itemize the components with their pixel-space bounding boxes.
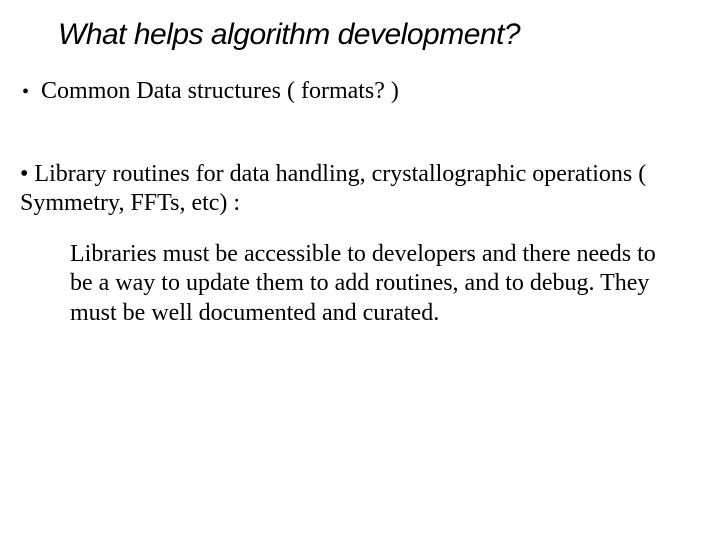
bullet-text-1: Common Data structures ( formats? )	[41, 78, 399, 105]
bullet-item-2: • Library routines for data handling, cr…	[20, 160, 660, 219]
slide-title: What helps algorithm development?	[58, 18, 520, 52]
bullet-item-1: • Common Data structures ( formats? )	[22, 78, 399, 106]
bullet-marker: •	[22, 78, 29, 106]
body-paragraph: Libraries must be accessible to develope…	[70, 240, 670, 328]
